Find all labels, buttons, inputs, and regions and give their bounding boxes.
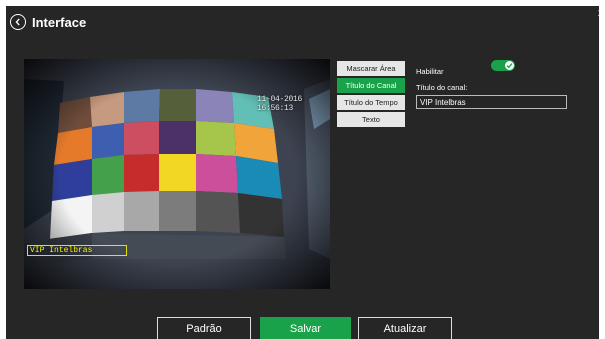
toggle-knob (505, 61, 514, 70)
chevron-left-icon (15, 18, 20, 26)
menu-item-channel-title[interactable]: Título do Canal (337, 78, 405, 93)
time-overlay[interactable]: 11-04-2016 16:56:13 (257, 95, 330, 113)
enable-toggle[interactable] (491, 60, 515, 71)
menu-item-privacy-mask[interactable]: Mascarar Área (337, 61, 405, 76)
interface-panel: Interface x (0, 0, 605, 339)
refresh-button[interactable]: Atualizar (358, 317, 452, 339)
top-border (0, 0, 605, 6)
settings-panel: Habilitar Título do canal: (416, 60, 571, 109)
default-button[interactable]: Padrão (157, 317, 251, 339)
left-border (0, 0, 6, 339)
page-title: Interface (32, 14, 87, 30)
channel-title-overlay-text: VIP Intelbras (30, 246, 93, 255)
menu-item-text[interactable]: Texto (337, 112, 405, 127)
menu-item-time-title[interactable]: Título do Tempo (337, 95, 405, 110)
video-preview: 11-04-2016 16:56:13 VIP Intelbras (24, 59, 330, 289)
channel-title-overlay[interactable]: VIP Intelbras (27, 245, 127, 256)
right-border (599, 0, 605, 339)
header: Interface (10, 12, 86, 32)
save-button[interactable]: Salvar (260, 317, 351, 339)
channel-title-input[interactable] (416, 95, 567, 109)
overlay-menu: Mascarar Área Título do Canal Título do … (337, 61, 405, 129)
enable-label: Habilitar (416, 67, 444, 76)
back-button[interactable] (10, 14, 26, 30)
channel-title-label: Título do canal: (416, 83, 468, 92)
check-icon (506, 63, 513, 69)
